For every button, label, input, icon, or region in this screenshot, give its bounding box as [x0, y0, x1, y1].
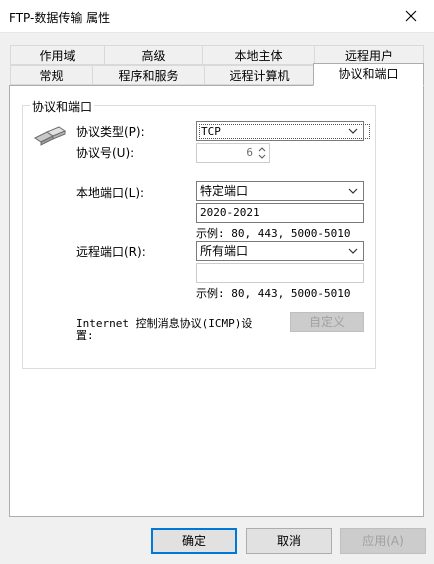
local-port-example: 示例: 80, 443, 5000-5010 [196, 227, 351, 240]
remote-port-example: 示例: 80, 443, 5000-5010 [196, 287, 351, 300]
tab-remote-users[interactable]: 远程用户 [314, 45, 424, 65]
title-bar: FTP-数据传输 属性 [0, 0, 434, 33]
tab-local-principals[interactable]: 本地主体 [202, 45, 315, 65]
group-title: 协议和端口 [30, 98, 95, 115]
ok-button[interactable]: 确定 [151, 528, 237, 554]
chevron-down-icon [347, 122, 359, 140]
protocol-type-select[interactable]: TCP [196, 121, 370, 141]
chevron-down-icon [347, 182, 359, 200]
customize-button[interactable]: 自定义 [290, 312, 364, 332]
remote-port-input[interactable] [196, 263, 364, 283]
remote-port-label: 远程端口(R): [76, 245, 146, 259]
protocol-type-value: TCP [199, 124, 370, 139]
remote-port-select[interactable]: 所有端口 [196, 241, 364, 261]
cancel-button[interactable]: 取消 [246, 528, 332, 554]
tab-programs-services[interactable]: 程序和服务 [92, 65, 205, 85]
protocol-number-value: 6 [246, 146, 253, 159]
protocol-number-stepper[interactable]: 6 [196, 143, 270, 163]
tab-scope[interactable]: 作用域 [10, 45, 105, 65]
protocol-type-label: 协议类型(P): [76, 125, 145, 139]
close-button[interactable] [388, 0, 434, 32]
tab-remote-computers[interactable]: 远程计算机 [204, 65, 315, 85]
chevron-down-icon [347, 242, 359, 260]
remote-port-select-value: 所有端口 [200, 244, 249, 258]
local-port-label: 本地端口(L): [76, 186, 145, 200]
local-port-select[interactable]: 特定端口 [196, 181, 364, 201]
close-icon [405, 10, 417, 22]
tab-protocols-ports[interactable]: 协议和端口 [313, 63, 424, 86]
stepper-arrows-icon [256, 145, 268, 161]
network-plug-icon [33, 124, 69, 146]
local-port-value: 2020-2021 [200, 206, 260, 219]
local-port-select-value: 特定端口 [200, 184, 249, 198]
local-port-input[interactable]: 2020-2021 [196, 203, 364, 223]
apply-button[interactable]: 应用(A) [340, 528, 426, 554]
tab-advanced[interactable]: 高级 [104, 45, 203, 65]
window-title: FTP-数据传输 属性 [9, 11, 111, 25]
icmp-settings-label: Internet 控制消息协议(ICMP)设 [76, 317, 253, 330]
tab-general[interactable]: 常规 [10, 65, 93, 85]
icmp-settings-label-cont: 置: [76, 329, 94, 342]
protocol-number-label: 协议号(U): [76, 146, 135, 160]
